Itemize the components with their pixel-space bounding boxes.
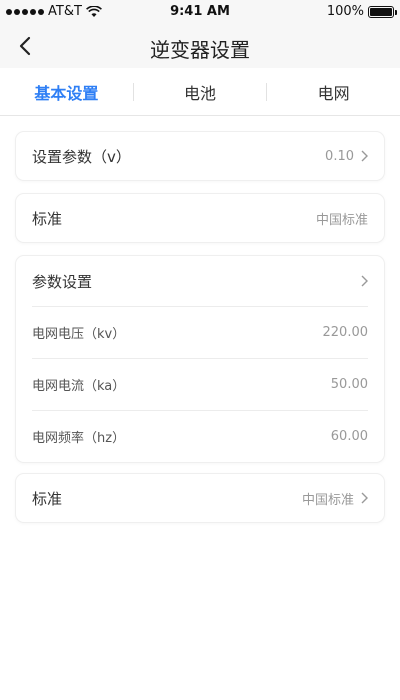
standard-row[interactable]: 标准 中国标准	[16, 194, 384, 242]
tab-grid[interactable]: 电网	[267, 80, 400, 104]
grid-voltage-row[interactable]: 电网电压（kv） 220.00	[16, 307, 384, 358]
param-settings-card: 参数设置 电网电压（kv） 220.00 电网电流（ka） 50.00 电网频率…	[16, 256, 384, 462]
tab-basic-settings[interactable]: 基本设置	[0, 80, 133, 104]
set-param-label: 设置参数（v）	[32, 147, 131, 166]
tab-bar: 基本设置 电池 电网	[0, 68, 400, 116]
grid-frequency-label: 电网频率（hz）	[32, 431, 126, 446]
battery-group: 100%	[326, 4, 397, 19]
grid-current-row[interactable]: 电网电流（ka） 50.00	[16, 359, 384, 410]
standard-label: 标准	[32, 209, 63, 228]
chevron-right-icon	[361, 492, 368, 504]
param-settings-label: 参数设置	[32, 272, 93, 291]
grid-current-label: 电网电流（ka）	[32, 379, 126, 394]
grid-current-value: 50.00	[330, 377, 368, 392]
grid-frequency-row[interactable]: 电网频率（hz） 60.00	[16, 411, 384, 462]
set-param-row[interactable]: 设置参数（v） 0.10	[16, 132, 384, 180]
battery-icon	[368, 5, 397, 18]
standard-card: 标准 中国标准	[16, 194, 384, 242]
standard-value: 中国标准	[315, 212, 368, 228]
standard-select-card: 标准 中国标准	[16, 474, 384, 522]
chevron-right-icon	[361, 150, 368, 162]
settings-content: 设置参数（v） 0.10 标准 中国标准 参数设置 电网电压（kv） 220.0…	[0, 116, 400, 700]
status-bar: AT&T 9:41 AM 100%	[0, 0, 400, 24]
param-settings-header[interactable]: 参数设置	[16, 256, 384, 306]
battery-percent: 100%	[326, 4, 364, 19]
page-title: 逆变器设置	[150, 38, 250, 62]
set-param-card: 设置参数（v） 0.10	[16, 132, 384, 180]
set-param-value: 0.10	[325, 148, 354, 164]
grid-frequency-value: 60.00	[330, 429, 368, 444]
tab-battery[interactable]: 电池	[134, 80, 267, 104]
nav-bar: 逆变器设置	[0, 24, 400, 68]
grid-voltage-value: 220.00	[322, 325, 369, 340]
standard-select-value: 中国标准	[301, 492, 354, 508]
grid-voltage-label: 电网电压（kv）	[32, 327, 126, 342]
chevron-right-icon	[361, 275, 368, 287]
standard-select-label: 标准	[32, 489, 63, 508]
standard-select-row[interactable]: 标准 中国标准	[16, 474, 384, 522]
